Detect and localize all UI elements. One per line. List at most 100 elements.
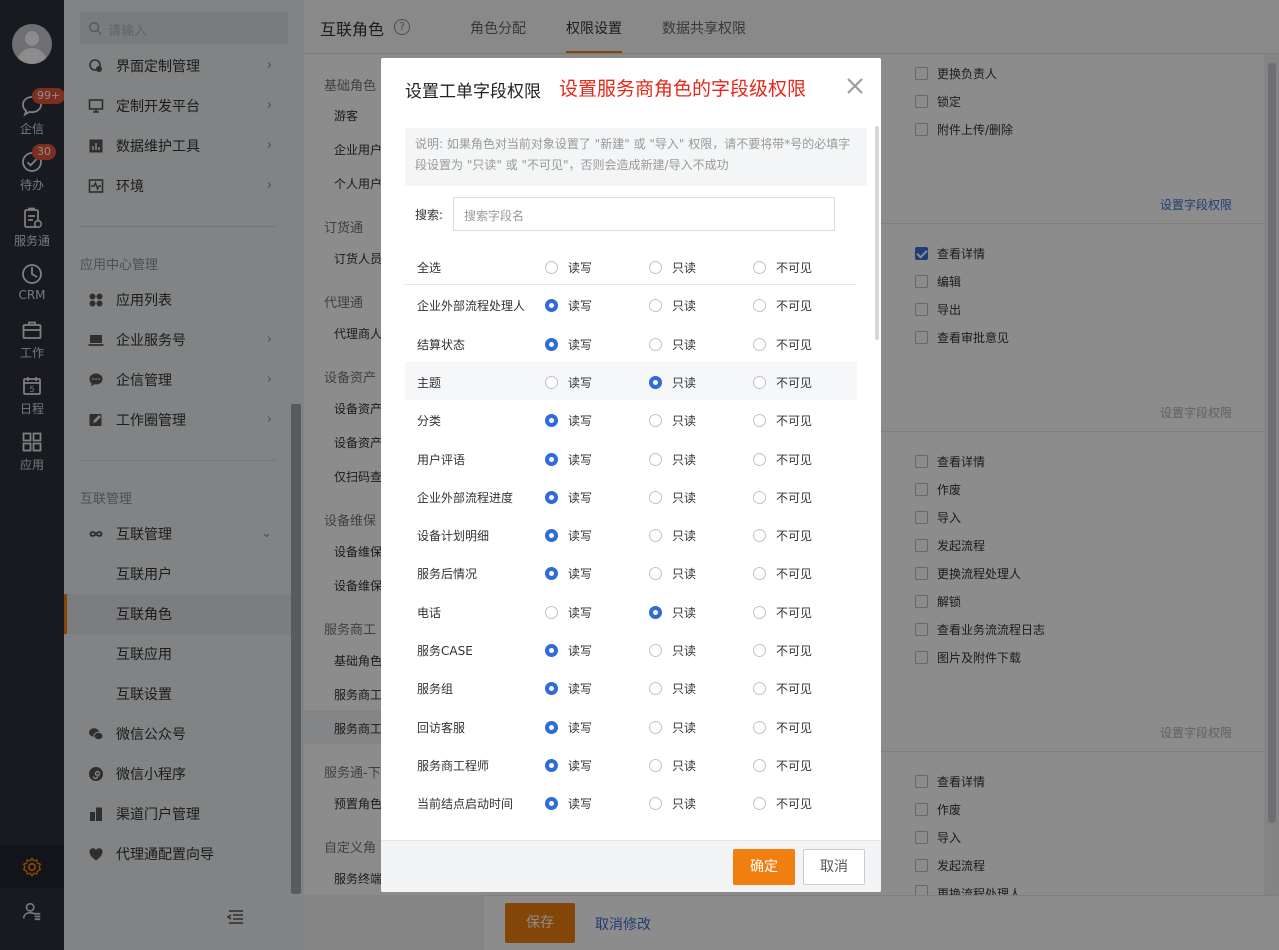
radio-dot[interactable] [545, 720, 558, 734]
radio-read-only[interactable]: 只读 [649, 795, 696, 812]
cancel-button[interactable]: 取消 [803, 849, 865, 885]
radio-read-write[interactable]: 读写 [545, 642, 592, 659]
radio-dot[interactable] [753, 261, 766, 274]
radio-read-only[interactable]: 只读 [649, 719, 696, 736]
radio-hidden[interactable]: 不可见 [753, 565, 812, 582]
radio-read-write[interactable]: 读写 [545, 604, 592, 621]
radio-dot[interactable] [649, 682, 662, 696]
radio-dot[interactable] [649, 299, 662, 313]
radio-dot[interactable] [545, 529, 558, 543]
radio-read-only[interactable]: 只读 [649, 489, 696, 506]
radio-read-only[interactable]: 只读 [649, 527, 696, 544]
radio-hidden[interactable]: 不可见 [753, 795, 812, 812]
confirm-button[interactable]: 确定 [733, 849, 795, 885]
radio-hidden[interactable]: 不可见 [753, 680, 812, 697]
radio-dot[interactable] [649, 720, 662, 734]
radio-read-only[interactable]: 只读 [649, 336, 696, 353]
radio-dot[interactable] [649, 375, 662, 389]
radio-hidden[interactable]: 不可见 [753, 297, 812, 314]
radio-dot[interactable] [545, 567, 558, 581]
radio-hidden[interactable]: 不可见 [753, 642, 812, 659]
radio-dot[interactable] [649, 337, 662, 351]
radio-read-write[interactable]: 读写 [545, 795, 592, 812]
field-search-input[interactable]: 搜索字段名 [453, 197, 835, 231]
radio-dot[interactable] [545, 261, 558, 274]
field-row: 服务后情况 读写 只读 不可见 [405, 553, 857, 591]
radio-dot[interactable] [753, 758, 766, 772]
radio-hidden[interactable]: 不可见 [753, 374, 812, 391]
radio-dot[interactable] [649, 414, 662, 428]
radio-read-only[interactable]: 只读 [649, 757, 696, 774]
radio-read-write[interactable]: 读写 [545, 565, 592, 582]
radio-read-write[interactable]: 读写 [545, 412, 592, 429]
radio-hidden[interactable]: 不可见 [753, 719, 812, 736]
radio-dot[interactable] [649, 644, 662, 657]
radio-read-write[interactable]: 读写 [545, 451, 592, 468]
radio-dot[interactable] [649, 452, 662, 466]
radio-dot[interactable] [649, 605, 662, 619]
radio-hidden[interactable]: 不可见 [753, 259, 812, 276]
radio-dot[interactable] [545, 490, 558, 504]
radio-dot[interactable] [545, 644, 558, 657]
radio-dot[interactable] [545, 797, 558, 811]
radio-read-only[interactable]: 只读 [649, 451, 696, 468]
radio-dot[interactable] [753, 414, 766, 428]
radio-read-write[interactable]: 读写 [545, 719, 592, 736]
close-icon[interactable] [845, 76, 865, 96]
radio-dot[interactable] [753, 797, 766, 811]
radio-dot[interactable] [753, 605, 766, 619]
radio-read-write[interactable]: 读写 [545, 374, 592, 391]
radio-read-write[interactable]: 读写 [545, 680, 592, 697]
radio-read-only[interactable]: 只读 [649, 604, 696, 621]
radio-dot[interactable] [545, 299, 558, 313]
radio-hidden[interactable]: 不可见 [753, 757, 812, 774]
radio-dot[interactable] [545, 414, 558, 428]
radio-read-write[interactable]: 读写 [545, 489, 592, 506]
radio-read-only[interactable]: 只读 [649, 412, 696, 429]
radio-hidden[interactable]: 不可见 [753, 527, 812, 544]
radio-dot[interactable] [545, 452, 558, 466]
radio-dot[interactable] [545, 758, 558, 772]
dialog-scrollbar[interactable] [875, 126, 879, 340]
radio-read-write[interactable]: 读写 [545, 297, 592, 314]
radio-hidden[interactable]: 不可见 [753, 451, 812, 468]
radio-dot[interactable] [649, 758, 662, 772]
radio-read-write[interactable]: 读写 [545, 527, 592, 544]
radio-read-write[interactable]: 读写 [545, 757, 592, 774]
radio-dot[interactable] [753, 567, 766, 581]
field-name: 回访客服 [417, 720, 466, 735]
radio-hidden[interactable]: 不可见 [753, 412, 812, 429]
radio-dot[interactable] [649, 529, 662, 543]
radio-label: 不可见 [776, 452, 813, 467]
radio-read-write[interactable]: 读写 [545, 336, 592, 353]
radio-dot[interactable] [545, 605, 558, 619]
radio-read-only[interactable]: 只读 [649, 565, 696, 582]
radio-read-only[interactable]: 只读 [649, 297, 696, 314]
radio-hidden[interactable]: 不可见 [753, 489, 812, 506]
radio-dot[interactable] [649, 490, 662, 504]
radio-dot[interactable] [753, 682, 766, 696]
radio-read-only[interactable]: 只读 [649, 680, 696, 697]
radio-hidden[interactable]: 不可见 [753, 336, 812, 353]
radio-dot[interactable] [545, 682, 558, 696]
radio-read-write[interactable]: 读写 [545, 259, 592, 276]
field-name: 主题 [417, 375, 442, 390]
radio-dot[interactable] [753, 529, 766, 543]
radio-label: 只读 [672, 375, 697, 390]
radio-dot[interactable] [545, 375, 558, 389]
radio-hidden[interactable]: 不可见 [753, 604, 812, 621]
radio-dot[interactable] [753, 490, 766, 504]
radio-dot[interactable] [753, 337, 766, 351]
radio-dot[interactable] [649, 261, 662, 274]
radio-read-only[interactable]: 只读 [649, 642, 696, 659]
radio-read-only[interactable]: 只读 [649, 259, 696, 276]
radio-dot[interactable] [753, 720, 766, 734]
radio-dot[interactable] [753, 299, 766, 313]
radio-dot[interactable] [649, 797, 662, 811]
radio-dot[interactable] [545, 337, 558, 351]
radio-dot[interactable] [753, 644, 766, 657]
radio-dot[interactable] [649, 567, 662, 581]
radio-dot[interactable] [753, 452, 766, 466]
radio-read-only[interactable]: 只读 [649, 374, 696, 391]
radio-dot[interactable] [753, 375, 766, 389]
